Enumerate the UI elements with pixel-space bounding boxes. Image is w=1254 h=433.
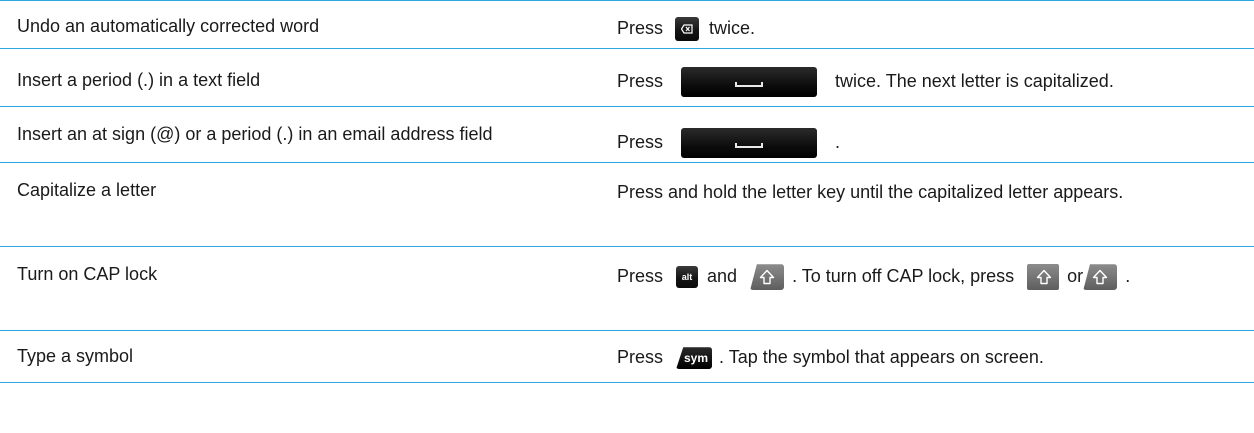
instruction-text: Press <box>617 71 664 91</box>
instruction-text: Press <box>617 18 664 38</box>
shift-key-icon <box>1027 264 1060 291</box>
table-row: Insert a period (.) in a text field Pres… <box>0 49 1254 107</box>
sym-key-icon: sym <box>676 347 713 370</box>
instruction-cell: Press. <box>617 107 1254 162</box>
instruction-text: . <box>835 132 841 152</box>
table-row: Insert an at sign (@) or a period (.) in… <box>0 107 1254 163</box>
action-cell: Undo an automatically corrected word <box>17 16 320 36</box>
instruction-text: Press <box>617 266 664 286</box>
table-row: Turn on CAP lock Press alt and . To turn of… <box>0 247 1254 331</box>
instruction-text: or <box>1067 266 1084 286</box>
instruction-text: . To turn off CAP lock, press <box>792 266 1015 286</box>
table-row: Capitalize a letter Press and hold the l… <box>0 163 1254 247</box>
alt-key-icon: alt <box>676 266 699 289</box>
instruction-cell: Press twice. The next letter is capitaliz… <box>617 49 1254 106</box>
instruction-text: twice. The next letter is capitalized. <box>835 71 1114 91</box>
instruction-text: twice. <box>709 18 756 38</box>
space-key-icon <box>681 67 818 98</box>
instruction-cell: Press alt and . To turn off CAP lock, press… <box>617 247 1254 330</box>
table-row: Type a symbol Press sym . Tap the symbol t… <box>0 331 1254 383</box>
instruction-cell: Press and hold the letter key until the … <box>617 182 1124 202</box>
shortcut-table: Undo an automatically corrected word Pre… <box>0 0 1254 383</box>
instruction-text: . Tap the symbol that appears on screen. <box>719 347 1044 367</box>
action-cell: Insert a period (.) in a text field <box>17 70 261 90</box>
space-key-icon <box>681 128 818 159</box>
action-cell: Insert an at sign (@) or a period (.) in… <box>17 124 493 144</box>
instruction-cell: Press twice. <box>617 1 1254 48</box>
instruction-text: Press <box>617 347 664 367</box>
backspace-key-icon <box>675 17 700 42</box>
shift-key-icon <box>1083 264 1118 291</box>
instruction-text: Press <box>617 132 664 152</box>
table-row: Undo an automatically corrected word Pre… <box>0 1 1254 49</box>
instruction-text: . <box>1125 266 1131 286</box>
shift-key-icon <box>750 264 785 291</box>
action-cell: Type a symbol <box>17 346 134 366</box>
action-cell: Capitalize a letter <box>17 180 157 200</box>
action-cell: Turn on CAP lock <box>17 264 158 284</box>
instruction-cell: Press sym . Tap the symbol that appears on… <box>617 331 1254 382</box>
instruction-text: and <box>707 266 738 286</box>
